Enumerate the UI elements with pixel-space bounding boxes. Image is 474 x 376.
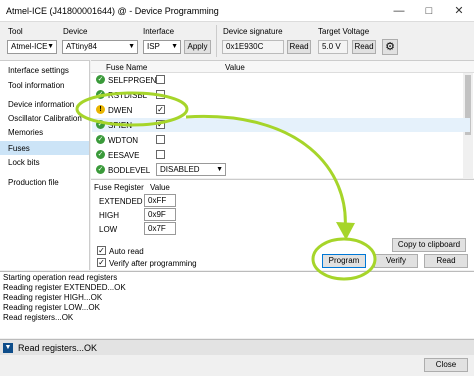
- sidebar: Interface settings Tool information Devi…: [0, 60, 90, 270]
- fuse-checkbox[interactable]: ✓: [156, 120, 165, 129]
- fuse-row-dwen: ! DWEN ✓: [92, 103, 470, 117]
- program-button[interactable]: Program: [322, 254, 366, 268]
- apply-button[interactable]: Apply: [184, 40, 211, 54]
- chevron-down-icon: ▼: [128, 43, 135, 50]
- register-value-high[interactable]: 0x9F: [144, 208, 176, 221]
- auto-read-label: Auto read: [109, 247, 144, 256]
- check-circle-icon: ✓: [96, 120, 105, 129]
- chevron-down-icon: ▼: [171, 43, 178, 50]
- fuse-name: SPIEN: [108, 121, 133, 130]
- check-circle-icon: ✓: [96, 165, 105, 174]
- device-label: Device: [63, 27, 88, 36]
- fuse-row-eesave: ✓ EESAVE: [92, 148, 470, 162]
- copy-to-clipboard-button[interactable]: Copy to clipboard: [392, 238, 466, 252]
- fuse-table-header: Fuse Name Value: [91, 61, 474, 73]
- sidebar-item-device-information[interactable]: Device information: [8, 100, 74, 109]
- register-value-extended[interactable]: 0xFF: [144, 194, 176, 207]
- sidebar-item-interface-settings[interactable]: Interface settings: [8, 66, 69, 75]
- chevron-down-icon[interactable]: ▼: [3, 343, 13, 353]
- bodlevel-value: DISABLED: [160, 165, 200, 174]
- close-button[interactable]: Close: [424, 358, 468, 372]
- status-text: Read registers...OK: [18, 343, 98, 353]
- fuse-checkbox[interactable]: ✓: [156, 105, 165, 114]
- fuse-name: BODLEVEL: [108, 166, 151, 175]
- check-circle-icon: ✓: [96, 90, 105, 99]
- interface-select[interactable]: ISP ▼: [143, 40, 181, 54]
- tool-value: Atmel-ICE: [11, 42, 48, 51]
- maximize-icon[interactable]: □: [414, 0, 444, 22]
- fuse-name: RSTDISBL: [108, 91, 148, 100]
- col-register-value: Value: [150, 183, 170, 192]
- device-select[interactable]: ATtiny84 ▼: [62, 40, 138, 54]
- window-title: Atmel-ICE (J41800001644) @ - Device Prog…: [6, 6, 219, 16]
- voltage-label: Target Voltage: [318, 27, 370, 36]
- check-circle-icon: ✓: [96, 75, 105, 84]
- sidebar-item-fuses[interactable]: Fuses: [0, 141, 89, 155]
- sidebar-item-lock-bits[interactable]: Lock bits: [8, 158, 40, 167]
- close-icon[interactable]: ✕: [444, 0, 474, 22]
- check-circle-icon: ✓: [96, 135, 105, 144]
- log-line: Reading register EXTENDED...OK: [3, 283, 126, 292]
- signature-label: Device signature: [223, 27, 283, 36]
- register-name-high: HIGH: [99, 211, 119, 220]
- sidebar-item-memories[interactable]: Memories: [8, 128, 43, 137]
- read-signature-button[interactable]: Read: [287, 40, 311, 54]
- tool-label: Tool: [8, 27, 23, 36]
- log-line: Reading register HIGH...OK: [3, 293, 103, 302]
- toolbar-divider: [216, 25, 217, 57]
- sidebar-item-tool-information[interactable]: Tool information: [8, 81, 64, 90]
- bodlevel-select[interactable]: DISABLED ▼: [156, 163, 226, 176]
- check-circle-icon: ✓: [96, 150, 105, 159]
- fuse-row-rstdisbl: ✓ RSTDISBL: [92, 88, 470, 102]
- col-fuse-register: Fuse Register: [94, 183, 144, 192]
- signature-field: 0x1E930C: [222, 40, 284, 54]
- tool-select[interactable]: Atmel-ICE ▼: [7, 40, 57, 54]
- read-voltage-button[interactable]: Read: [352, 40, 376, 54]
- col-value: Value: [225, 63, 245, 72]
- fuse-checkbox[interactable]: [156, 135, 165, 144]
- fuse-checkbox[interactable]: [156, 150, 165, 159]
- interface-label: Interface: [143, 27, 175, 36]
- warning-icon: !: [96, 105, 105, 114]
- verify-button[interactable]: Verify: [374, 254, 418, 268]
- fuse-row-selfprgen: ✓ SELFPRGEN: [92, 73, 470, 87]
- log-line: Read registers...OK: [3, 313, 74, 322]
- gear-icon[interactable]: ⚙: [382, 39, 398, 55]
- col-fuse-name: Fuse Name: [106, 63, 148, 72]
- log-panel: Starting operation read registers Readin…: [0, 271, 474, 338]
- title-bar: Atmel-ICE (J41800001644) @ - Device Prog…: [0, 0, 474, 22]
- fuse-row-wdton: ✓ WDTON: [92, 133, 470, 147]
- log-line: Reading register LOW...OK: [3, 303, 100, 312]
- chevron-down-icon: ▼: [216, 166, 223, 173]
- fuse-name: SELFPRGEN: [108, 76, 157, 85]
- voltage-field: 5.0 V: [318, 40, 348, 54]
- minimize-icon[interactable]: —: [384, 0, 414, 22]
- toolbar: Tool Atmel-ICE ▼ Device ATtiny84 ▼ Interfa…: [0, 23, 474, 59]
- register-name-low: LOW: [99, 225, 118, 234]
- sidebar-item-label: Fuses: [8, 144, 30, 153]
- device-value: ATtiny84: [66, 42, 97, 51]
- status-bar: ▼ Read registers...OK: [0, 339, 474, 355]
- read-button[interactable]: Read: [424, 254, 468, 268]
- fuse-row-spien: ✓ SPIEN ✓: [92, 118, 470, 132]
- fuse-name: WDTON: [108, 136, 139, 145]
- sidebar-item-production-file[interactable]: Production file: [8, 178, 59, 187]
- register-name-extended: EXTENDED: [99, 197, 143, 206]
- fuse-name: DWEN: [108, 106, 133, 115]
- fuse-name: EESAVE: [108, 151, 140, 160]
- verify-label: Verify after programming: [109, 259, 197, 268]
- interface-value: ISP: [147, 42, 160, 51]
- log-line: Starting operation read registers: [3, 273, 118, 282]
- fuse-checkbox[interactable]: [156, 75, 165, 84]
- sidebar-item-oscillator-calibration[interactable]: Oscillator Calibration: [8, 114, 82, 123]
- verify-checkbox[interactable]: ✓: [97, 258, 106, 267]
- fuse-checkbox[interactable]: [156, 90, 165, 99]
- auto-read-checkbox[interactable]: ✓: [97, 246, 106, 255]
- register-value-low[interactable]: 0x7F: [144, 222, 176, 235]
- fuse-row-bodlevel: ✓ BODLEVEL DISABLED ▼: [92, 163, 470, 177]
- chevron-down-icon: ▼: [47, 43, 54, 50]
